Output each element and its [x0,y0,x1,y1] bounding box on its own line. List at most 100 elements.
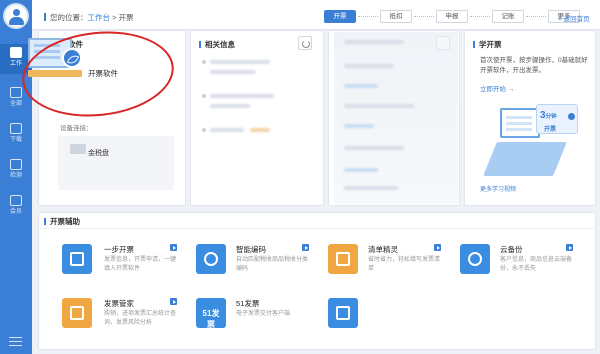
blurred-text [210,70,256,74]
sidebar-item-label: 工作 [9,61,22,67]
bullet [202,128,206,132]
manager-glyph [70,306,84,320]
process-steps: 开票 抵扣 申报 记账 更多 [324,10,580,23]
blurred-text [344,104,414,108]
device-box [58,136,174,190]
document-icon [10,87,22,98]
device-name: 金税盘 [88,150,109,157]
card-title: 相关信息 [199,39,235,50]
play-icon [568,113,575,120]
blurred-button[interactable] [436,36,450,50]
step-separator [526,16,546,17]
blurred-text [344,40,404,44]
breadcrumb: 您的位置：工作台 > 开票 [44,12,134,23]
tool-desc: 省时省力，轻松填写发票清单 [368,257,441,272]
avatar-body [9,17,24,25]
tool-desc: 发票信息，开票申请，一键填入开票软件 [104,257,177,272]
monitor-lines [506,116,532,119]
list-glyph [336,252,350,266]
tool-name[interactable]: 智能编码 [236,244,266,255]
play-video-icon[interactable] [566,244,573,251]
play-video-icon[interactable] [434,244,441,251]
video-subtitle: 开票 [544,127,557,133]
blurred-text [344,168,378,172]
blurred-text [210,94,274,98]
sidebar-item-label: 全部 [9,101,22,107]
blurred-text [344,146,404,150]
cloud-glyph [468,252,482,266]
user-avatar[interactable] [3,3,29,29]
breadcrumb-current: 开票 [118,13,134,22]
blurred-text [344,124,374,128]
code-icon[interactable] [196,244,226,274]
blurred-text [210,104,250,108]
step-invoice[interactable]: 开票 [324,10,356,23]
play-video-icon[interactable] [170,298,177,305]
bullet [202,60,206,64]
sidebar-item-label: 下载 [9,137,22,143]
sidebar-item-label: 检测 [9,173,22,179]
sidebar-item-member[interactable]: 会员 [0,192,32,222]
blurred-text [344,64,394,68]
tool-name[interactable]: 云备份 [500,244,523,255]
printer-glyph [70,252,84,266]
breadcrumb-link-workbench[interactable]: 工作台 [88,13,111,22]
card-title: 学开票 [473,39,502,50]
monitor-icon [500,108,540,138]
step-declare[interactable]: 申报 [436,10,468,23]
step-bookkeeping[interactable]: 记账 [492,10,524,23]
divider [38,228,596,229]
tool-name[interactable]: 51发票 [236,298,259,309]
code-glyph [204,252,218,266]
tool-name[interactable]: 发票管家 [104,298,134,309]
more-videos-link[interactable]: 更多学习视频 [480,184,516,193]
tool-name[interactable]: 一步开票 [104,244,134,255]
device-connection-label: 设备连接： [60,125,93,132]
learn-video-illustration[interactable]: 3分钟 开票 [483,98,584,180]
avatar-head [13,9,20,16]
invoice-assist-panel [38,212,596,350]
tool-desc: 自动匹配税收商品税收分类编码 [236,257,309,272]
download-icon [10,123,22,134]
cloud-upload-icon[interactable] [460,244,490,274]
blurred-text [344,84,378,88]
blurred-tag [250,128,270,132]
back-home-link[interactable]: < 返回首页 [558,13,590,23]
minutes-badge: 3分钟 [540,110,557,121]
list-icon[interactable] [328,244,358,274]
assist-title: 开票辅助 [44,216,80,227]
trophy-icon [10,195,22,206]
tool-name[interactable]: 清单精灵 [368,244,398,255]
edit-icon[interactable] [328,298,358,328]
tool-desc: 购销，进项发票汇总统计查询，发票风险分析 [104,311,177,326]
tool-desc: 电子发票交付客户端 [236,311,291,317]
sidebar-item-download[interactable]: 下载 [0,120,32,150]
start-now-link[interactable]: 立即开始 → [480,83,514,93]
play-video-icon[interactable] [302,244,309,251]
step-separator [414,16,434,17]
breadcrumb-separator: > [110,13,119,22]
blurred-text [344,186,398,190]
breadcrumb-accent [44,13,46,21]
51-logo-text: 51发票 [202,309,220,329]
play-video-icon[interactable] [170,244,177,251]
refresh-icon[interactable] [298,36,312,50]
desk-shape [483,142,567,176]
tax-disk-icon [70,144,86,154]
breadcrumb-prefix: 您的位置： [50,13,88,22]
51-logo-icon[interactable]: 51发票 [196,298,226,329]
manager-icon[interactable] [62,298,92,328]
edit-glyph [336,306,350,320]
chart-icon [10,159,22,170]
step-separator [470,16,490,17]
blurred-text [210,128,244,132]
hamburger-menu-icon[interactable] [9,337,22,346]
step-deduct[interactable]: 抵扣 [380,10,412,23]
step-separator [358,16,378,17]
blurred-content [334,32,458,204]
printer-icon[interactable] [62,244,92,274]
blurred-text [210,60,270,64]
sidebar-item-check[interactable]: 检测 [0,156,32,186]
top-bar: 您的位置：工作台 > 开票 开票 抵扣 申报 记账 更多 < 返回首页 [32,0,600,30]
minutes-unit: 分钟 [545,114,557,120]
